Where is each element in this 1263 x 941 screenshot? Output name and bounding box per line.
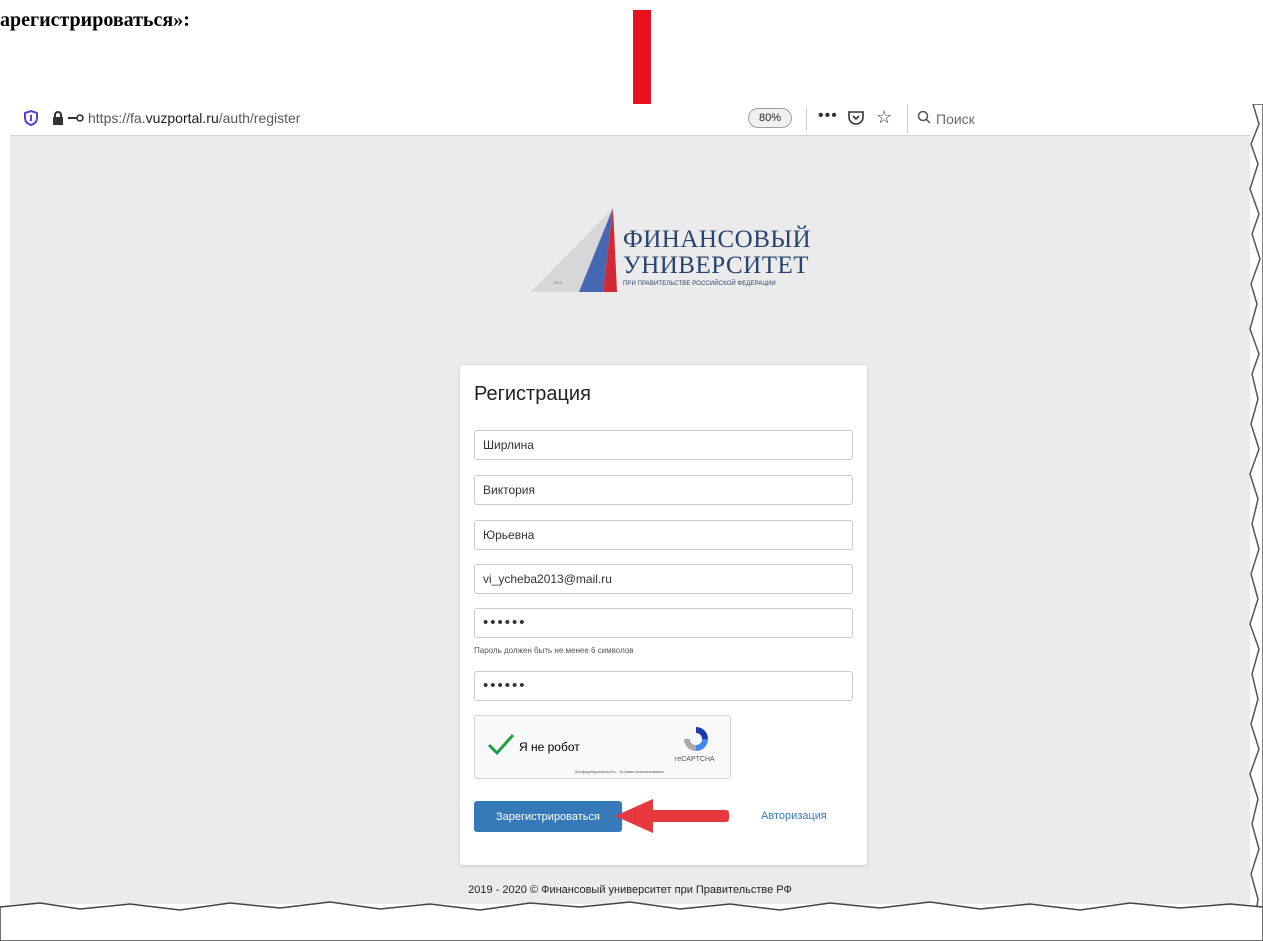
url-bar[interactable]: https://fa.vuzportal.ru/auth/register — [88, 110, 300, 126]
sail-logo-icon — [531, 208, 617, 292]
lock-icon[interactable] — [52, 111, 64, 125]
checkmark-icon[interactable] — [487, 732, 515, 756]
zoom-indicator[interactable]: 80% — [748, 108, 792, 128]
torn-edge-bottom — [0, 901, 1263, 941]
registration-form: Регистрация Ширлина Виктория Юрьевна vi_… — [460, 365, 867, 865]
search-icon — [917, 110, 931, 124]
browser-window: https://fa.vuzportal.ru/auth/register 80… — [10, 104, 1250, 904]
red-arrow-left-icon — [615, 799, 729, 833]
recaptcha-icon — [684, 727, 708, 751]
tracking-shield-icon[interactable] — [24, 110, 38, 126]
last-name-field[interactable]: Ширлина — [474, 430, 853, 460]
document-heading: арегистрироваться»: — [0, 9, 190, 31]
password-field[interactable]: •••••• — [474, 608, 853, 638]
key-icon[interactable] — [68, 113, 84, 123]
password-hint: Пароль должен быть не менее 6 символов — [474, 646, 634, 655]
pocket-icon[interactable] — [848, 110, 864, 125]
middle-name-field[interactable]: Юрьевна — [474, 520, 853, 550]
password-confirm-field[interactable]: •••••• — [474, 671, 853, 701]
email-field[interactable]: vi_ycheba2013@mail.ru — [474, 564, 853, 594]
browser-search-box[interactable]: Поиск — [907, 104, 1250, 134]
first-name-field[interactable]: Виктория — [474, 475, 853, 505]
browser-toolbar: https://fa.vuzportal.ru/auth/register 80… — [10, 104, 1250, 136]
torn-edge-right — [1249, 104, 1263, 934]
page-actions-icon[interactable]: ••• — [818, 107, 838, 125]
bookmark-star-icon[interactable]: ☆ — [876, 107, 892, 128]
register-button[interactable]: Зарегистрироваться — [474, 801, 622, 832]
university-logo: 1919 ФИНАНСОВЫЙ УНИВЕРСИТЕТ ПРИ ПРАВИТЕЛ… — [531, 204, 821, 304]
recaptcha-widget[interactable]: Я не робот reCAPTCHA Конфиденциальность … — [474, 715, 731, 779]
login-link[interactable]: Авторизация — [761, 810, 827, 822]
form-title: Регистрация — [474, 383, 591, 405]
toolbar-separator — [806, 108, 807, 130]
